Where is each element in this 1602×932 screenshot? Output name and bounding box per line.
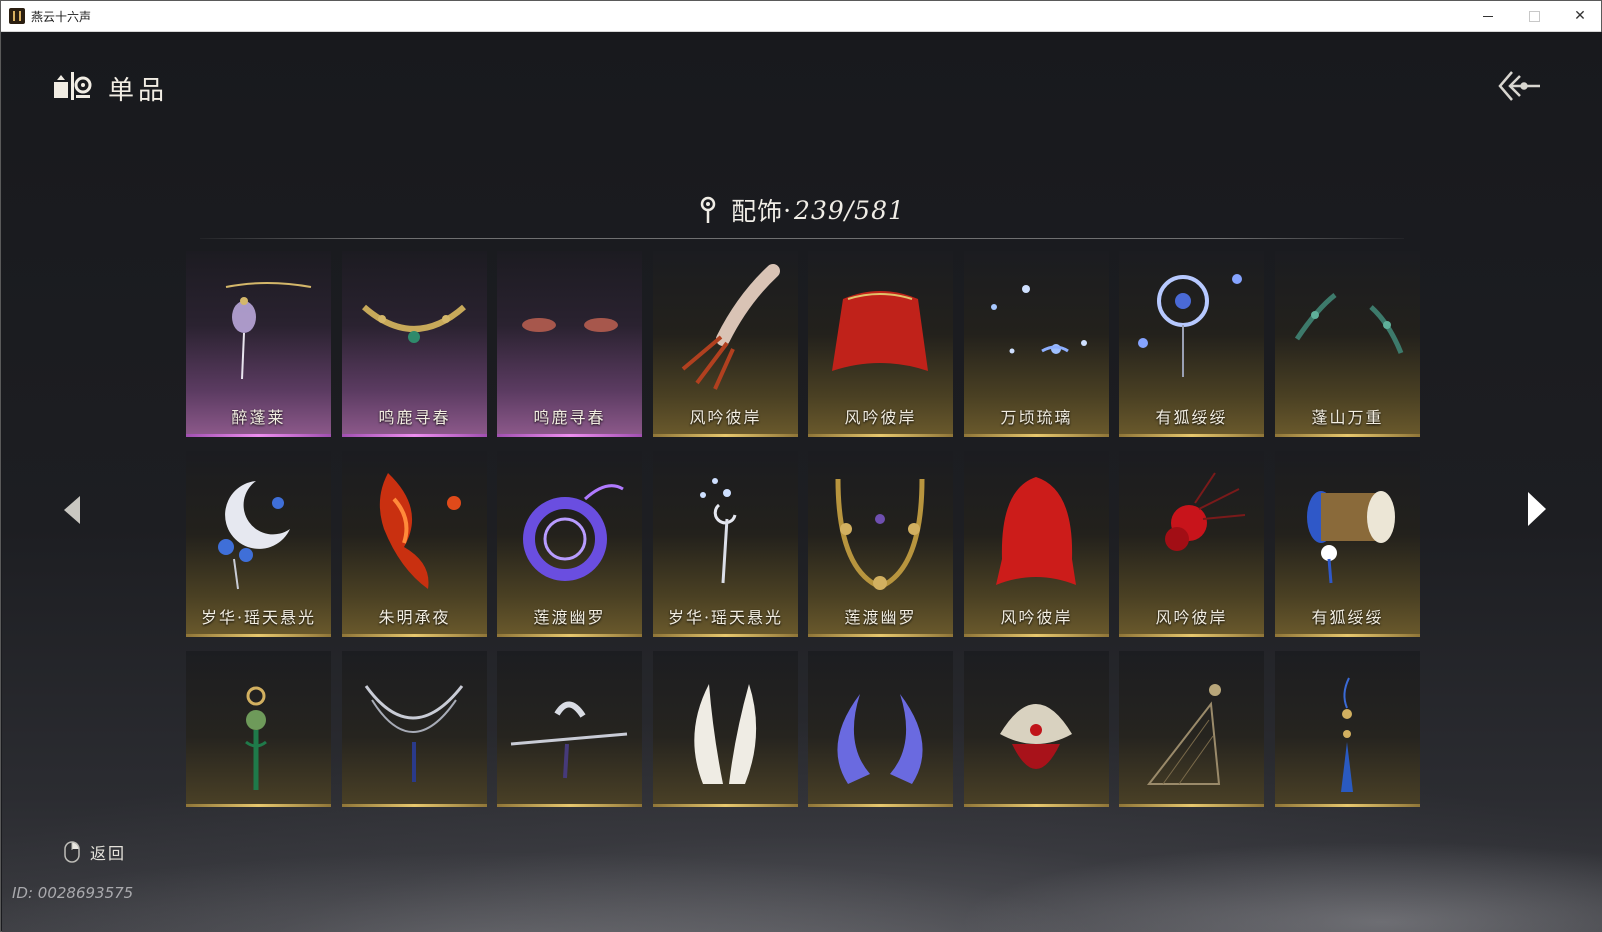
item-card[interactable]: 有狐绥绥 — [1275, 451, 1420, 637]
item-label: 莲渡幽罗 — [533, 608, 606, 627]
item-label: 风吟彼岸 — [1000, 608, 1073, 627]
item-card[interactable] — [964, 651, 1109, 807]
item-card[interactable] — [186, 651, 331, 807]
triangle-left-icon — [64, 496, 80, 524]
eye-makeup-icon — [522, 318, 618, 332]
item-card[interactable] — [808, 651, 953, 807]
app-icon — [9, 8, 25, 24]
item-card[interactable] — [1119, 651, 1264, 807]
item-card[interactable]: 莲渡幽罗 — [808, 451, 953, 637]
blue-horns-icon — [837, 694, 923, 784]
purple-spirit-ring-icon — [523, 484, 624, 581]
item-label: 蓬山万重 — [1311, 408, 1384, 427]
item-label: 风吟彼岸 — [689, 408, 762, 427]
item-card[interactable]: 朱明承夜 — [342, 451, 487, 637]
item-label: 鸣鹿寻春 — [533, 408, 606, 427]
moon-headdress-icon — [218, 481, 290, 590]
item-card[interactable]: 岁华·瑶天悬光 — [186, 451, 331, 637]
category-separator: · — [783, 195, 793, 225]
red-spider-lily-icon — [1165, 472, 1246, 551]
jade-pendant-icon — [245, 686, 267, 790]
medallion-necklace-icon — [835, 478, 925, 590]
flame-ornament-icon — [379, 473, 461, 589]
window-title: 燕云十六声 — [31, 10, 92, 24]
maximize-button[interactable] — [1511, 1, 1557, 31]
page-title: 单品 — [108, 76, 169, 106]
blue-sparkles-icon — [991, 285, 1087, 354]
item-label: 万顷琉璃 — [1000, 408, 1073, 427]
red-hood-icon — [996, 477, 1076, 585]
minimize-icon — [1483, 15, 1493, 17]
item-card[interactable]: 鸣鹿寻春 — [497, 251, 642, 437]
title-bar: 燕云十六声 ✕ — [1, 1, 1601, 32]
player-id: ID: 0028693575 — [12, 884, 134, 902]
category-header: 配饰 · 239/581 — [2, 190, 1602, 230]
item-card[interactable]: 鸣鹿寻春 — [342, 251, 487, 437]
red-claw-icon — [681, 264, 780, 390]
star-hairpin-icon — [700, 478, 737, 584]
item-card[interactable] — [653, 651, 798, 807]
silver-chain-necklace-icon — [364, 685, 464, 782]
item-label: 醉蓬莱 — [231, 408, 286, 427]
item-card[interactable] — [497, 651, 642, 807]
double-chevron-back-icon — [1498, 71, 1540, 101]
maximize-icon — [1528, 10, 1540, 22]
item-label: 有狐绥绥 — [1311, 608, 1384, 627]
category-label: 配饰 — [731, 197, 784, 226]
drum-icon — [1307, 491, 1395, 584]
item-card[interactable]: 万顷琉璃 — [964, 251, 1109, 437]
prev-page-button[interactable] — [60, 492, 84, 528]
close-button[interactable]: ✕ — [1557, 1, 1602, 31]
item-card[interactable]: 风吟彼岸 — [1119, 451, 1264, 637]
harp-ornament-icon — [1146, 684, 1221, 785]
game-viewport: 单品 配饰 · 239/581 醉蓬莱 鸣鹿寻春鸣鹿寻春 风吟彼岸 风吟彼岸 万… — [2, 32, 1602, 932]
white-horns-icon — [694, 684, 757, 784]
item-card[interactable] — [342, 651, 487, 807]
minimize-button[interactable] — [1465, 1, 1511, 31]
item-label: 风吟彼岸 — [1155, 608, 1228, 627]
game-window: 燕云十六声 ✕ 单品 配饰 · 239/581 醉蓬莱 鸣鹿寻春 鸣鹿寻春 风吟… — [0, 0, 1602, 932]
item-grid: 醉蓬莱 鸣鹿寻春 鸣鹿寻春 风吟彼岸 风吟彼岸 万顷琉璃 有狐绥绥 蓬山万重 岁华·瑶天悬光 朱明… — [186, 251, 1420, 843]
close-icon: ✕ — [1574, 8, 1586, 24]
item-label: 有狐绥绥 — [1155, 408, 1228, 427]
silver-hairpin-icon — [510, 701, 628, 779]
item-card[interactable] — [1275, 651, 1420, 807]
item-label: 岁华·瑶天悬光 — [667, 608, 784, 627]
phoenix-crown-icon — [1000, 704, 1072, 769]
collection-count: 239/581 — [794, 195, 905, 225]
item-card[interactable]: 有狐绥绥 — [1119, 251, 1264, 437]
item-card[interactable]: 醉蓬莱 — [186, 251, 331, 437]
item-card[interactable]: 风吟彼岸 — [808, 251, 953, 437]
pin-icon — [700, 196, 716, 223]
gold-necklace-icon — [362, 304, 466, 343]
item-card[interactable]: 岁华·瑶天悬光 — [653, 451, 798, 637]
item-card[interactable]: 风吟彼岸 — [653, 251, 798, 437]
item-label: 朱明承夜 — [378, 608, 451, 627]
item-label: 莲渡幽罗 — [844, 608, 917, 627]
return-button[interactable]: 返回 — [64, 840, 126, 864]
mouse-right-click-icon — [64, 841, 80, 863]
lantern-hairpin-icon — [225, 282, 312, 380]
moon-ring-icon — [1138, 274, 1242, 377]
triangle-right-icon — [1528, 492, 1546, 526]
item-label: 鸣鹿寻春 — [378, 408, 451, 427]
item-card[interactable]: 莲渡幽罗 — [497, 451, 642, 637]
return-label: 返回 — [90, 844, 127, 863]
header-divider — [200, 238, 1404, 239]
blue-tassel-icon — [1341, 677, 1353, 792]
wardrobe-icon — [54, 72, 92, 100]
next-page-button[interactable] — [1522, 488, 1550, 530]
jade-branch-icon — [1294, 293, 1404, 354]
item-card[interactable]: 蓬山万重 — [1275, 251, 1420, 437]
red-veil-icon — [832, 291, 928, 371]
item-card[interactable]: 风吟彼岸 — [964, 451, 1109, 637]
item-label: 风吟彼岸 — [844, 408, 917, 427]
item-label: 岁华·瑶天悬光 — [200, 608, 317, 627]
back-button[interactable] — [1494, 68, 1542, 104]
